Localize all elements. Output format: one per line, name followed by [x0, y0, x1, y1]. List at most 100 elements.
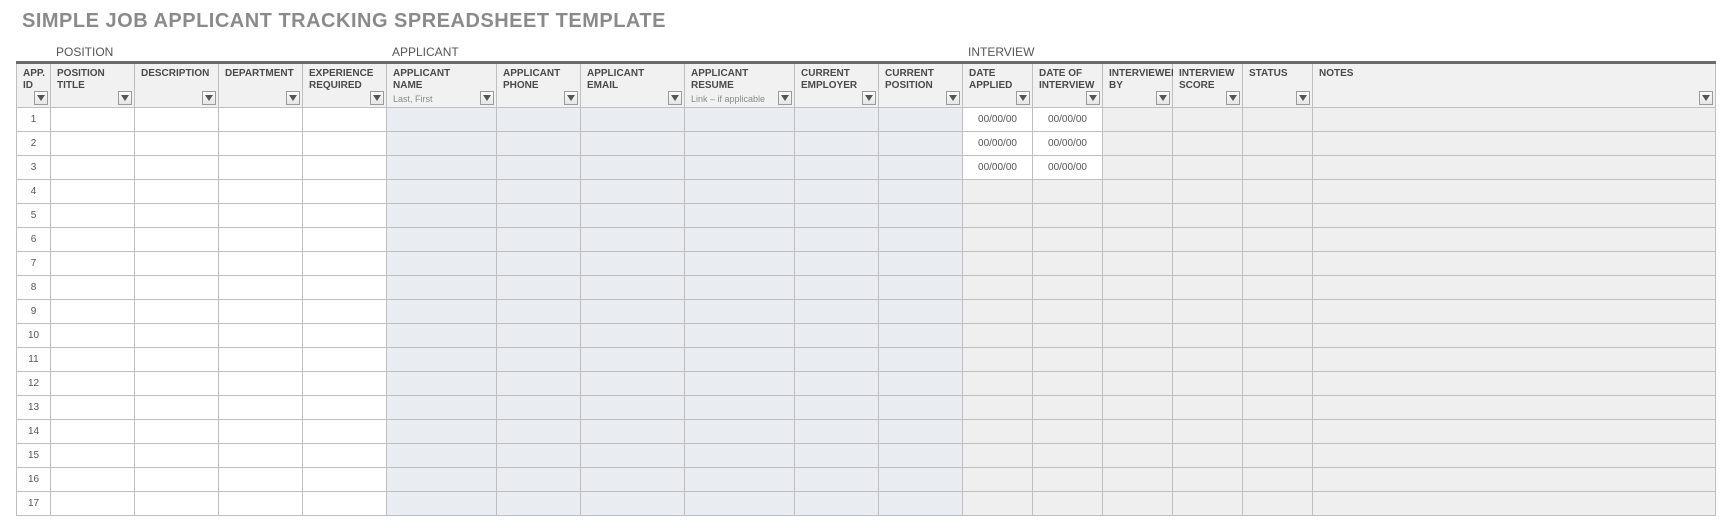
filter-exp-icon[interactable]	[370, 91, 384, 105]
cell-title[interactable]	[51, 204, 135, 228]
cell-cpos[interactable]	[879, 156, 963, 180]
cell-desc[interactable]	[135, 108, 219, 132]
cell-email[interactable]	[581, 420, 685, 444]
cell-status[interactable]	[1243, 252, 1313, 276]
filter-score-icon[interactable]	[1226, 91, 1240, 105]
cell-phone[interactable]	[497, 108, 581, 132]
cell-resume[interactable]	[685, 108, 795, 132]
cell-exp[interactable]	[303, 372, 387, 396]
cell-employer[interactable]	[795, 372, 879, 396]
cell-by[interactable]	[1103, 132, 1173, 156]
cell-dapplied[interactable]	[963, 276, 1033, 300]
cell-phone[interactable]	[497, 492, 581, 516]
cell-dapplied[interactable]	[963, 348, 1033, 372]
cell-dinterv[interactable]: 00/00/00	[1033, 132, 1103, 156]
cell-phone[interactable]	[497, 324, 581, 348]
cell-dapplied[interactable]	[963, 444, 1033, 468]
filter-by-icon[interactable]	[1156, 91, 1170, 105]
cell-resume[interactable]	[685, 300, 795, 324]
cell-name[interactable]	[387, 324, 497, 348]
cell-dapplied[interactable]	[963, 300, 1033, 324]
cell-cpos[interactable]	[879, 444, 963, 468]
cell-id[interactable]: 10	[17, 324, 51, 348]
cell-notes[interactable]	[1313, 468, 1716, 492]
cell-id[interactable]: 5	[17, 204, 51, 228]
cell-status[interactable]	[1243, 276, 1313, 300]
cell-dept[interactable]	[219, 132, 303, 156]
cell-id[interactable]: 3	[17, 156, 51, 180]
cell-exp[interactable]	[303, 180, 387, 204]
cell-id[interactable]: 15	[17, 444, 51, 468]
cell-cpos[interactable]	[879, 324, 963, 348]
cell-dapplied[interactable]: 00/00/00	[963, 132, 1033, 156]
cell-phone[interactable]	[497, 372, 581, 396]
cell-score[interactable]	[1173, 204, 1243, 228]
cell-score[interactable]	[1173, 132, 1243, 156]
cell-resume[interactable]	[685, 444, 795, 468]
cell-name[interactable]	[387, 228, 497, 252]
cell-employer[interactable]	[795, 132, 879, 156]
cell-employer[interactable]	[795, 300, 879, 324]
cell-phone[interactable]	[497, 300, 581, 324]
cell-by[interactable]	[1103, 180, 1173, 204]
filter-employer-icon[interactable]	[862, 91, 876, 105]
cell-email[interactable]	[581, 180, 685, 204]
cell-name[interactable]	[387, 132, 497, 156]
cell-dinterv[interactable]	[1033, 348, 1103, 372]
cell-resume[interactable]	[685, 228, 795, 252]
cell-status[interactable]	[1243, 492, 1313, 516]
cell-exp[interactable]	[303, 228, 387, 252]
cell-score[interactable]	[1173, 228, 1243, 252]
cell-notes[interactable]	[1313, 324, 1716, 348]
cell-dinterv[interactable]	[1033, 492, 1103, 516]
cell-email[interactable]	[581, 204, 685, 228]
cell-desc[interactable]	[135, 252, 219, 276]
cell-desc[interactable]	[135, 180, 219, 204]
cell-employer[interactable]	[795, 492, 879, 516]
filter-resume-icon[interactable]	[778, 91, 792, 105]
cell-title[interactable]	[51, 252, 135, 276]
cell-score[interactable]	[1173, 276, 1243, 300]
cell-dinterv[interactable]	[1033, 444, 1103, 468]
filter-email-icon[interactable]	[668, 91, 682, 105]
cell-name[interactable]	[387, 252, 497, 276]
cell-id[interactable]: 16	[17, 468, 51, 492]
cell-dapplied[interactable]	[963, 204, 1033, 228]
cell-dapplied[interactable]	[963, 324, 1033, 348]
cell-name[interactable]	[387, 492, 497, 516]
filter-title-icon[interactable]	[118, 91, 132, 105]
cell-score[interactable]	[1173, 348, 1243, 372]
cell-dinterv[interactable]	[1033, 276, 1103, 300]
cell-resume[interactable]	[685, 132, 795, 156]
cell-dept[interactable]	[219, 468, 303, 492]
cell-notes[interactable]	[1313, 132, 1716, 156]
cell-resume[interactable]	[685, 348, 795, 372]
cell-resume[interactable]	[685, 492, 795, 516]
cell-name[interactable]	[387, 108, 497, 132]
cell-phone[interactable]	[497, 204, 581, 228]
cell-status[interactable]	[1243, 420, 1313, 444]
cell-by[interactable]	[1103, 276, 1173, 300]
cell-notes[interactable]	[1313, 396, 1716, 420]
cell-dept[interactable]	[219, 444, 303, 468]
cell-status[interactable]	[1243, 396, 1313, 420]
cell-notes[interactable]	[1313, 372, 1716, 396]
cell-dinterv[interactable]	[1033, 228, 1103, 252]
cell-employer[interactable]	[795, 108, 879, 132]
cell-dapplied[interactable]	[963, 252, 1033, 276]
cell-cpos[interactable]	[879, 276, 963, 300]
cell-id[interactable]: 8	[17, 276, 51, 300]
cell-phone[interactable]	[497, 444, 581, 468]
cell-by[interactable]	[1103, 204, 1173, 228]
cell-phone[interactable]	[497, 132, 581, 156]
cell-email[interactable]	[581, 132, 685, 156]
cell-cpos[interactable]	[879, 348, 963, 372]
cell-status[interactable]	[1243, 372, 1313, 396]
cell-dept[interactable]	[219, 228, 303, 252]
cell-exp[interactable]	[303, 156, 387, 180]
cell-desc[interactable]	[135, 204, 219, 228]
cell-exp[interactable]	[303, 492, 387, 516]
cell-id[interactable]: 7	[17, 252, 51, 276]
cell-by[interactable]	[1103, 396, 1173, 420]
cell-status[interactable]	[1243, 132, 1313, 156]
